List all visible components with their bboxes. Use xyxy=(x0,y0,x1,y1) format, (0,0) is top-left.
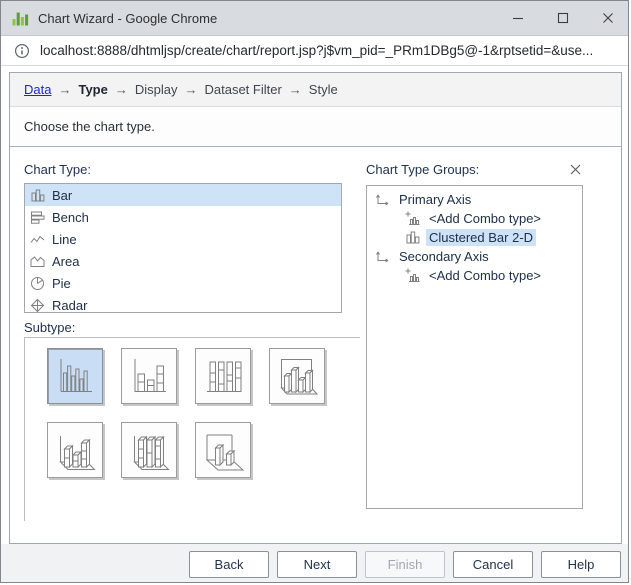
footer-button-bar: Back Next Finish Cancel Help xyxy=(1,544,628,582)
list-item-bar[interactable]: Bar xyxy=(25,184,341,206)
percent-stacked-bar-2d-icon xyxy=(207,361,242,392)
tree-item-label: <Add Combo type> xyxy=(429,268,542,283)
next-button[interactable]: Next xyxy=(277,550,357,578)
subtype-percent-stacked-bar-3d[interactable] xyxy=(121,422,177,478)
subtype-label: Subtype: xyxy=(24,320,76,335)
subtype-bar-3d[interactable] xyxy=(195,422,251,478)
axis-icon xyxy=(376,251,389,263)
list-item-bench[interactable]: Bench xyxy=(25,206,341,228)
chart-wizard-window: Chart Wizard - Google Chrome localhost:8… xyxy=(0,0,629,583)
wizard-main: Chart Type: Bar Bench Line Area Pie Rada… xyxy=(10,147,621,543)
chart-type-groups-label: Chart Type Groups: xyxy=(366,162,480,177)
page-info-icon[interactable] xyxy=(14,43,30,59)
list-item-label: Bar xyxy=(52,187,73,203)
pie-chart-icon xyxy=(31,276,44,290)
list-item-radar[interactable]: Radar xyxy=(25,294,341,313)
bar-3d-icon xyxy=(205,434,245,471)
line-chart-icon xyxy=(30,235,45,243)
breadcrumb: Data → Type → Display → Dataset Filter → Style xyxy=(10,73,621,107)
subtype-stacked-bar-2d[interactable] xyxy=(121,348,177,404)
tree-item-label: Secondary Axis xyxy=(399,249,489,264)
subtype-percent-stacked-bar-2d[interactable] xyxy=(195,348,251,404)
tree-item-primary-axis[interactable]: Primary Axis xyxy=(367,190,582,209)
tree-item-secondary-axis[interactable]: Secondary Axis xyxy=(367,247,582,266)
help-button[interactable]: Help xyxy=(541,550,621,578)
subtype-clustered-bar-2d[interactable] xyxy=(47,348,103,404)
breadcrumb-step-display: Display xyxy=(134,82,178,97)
bench-chart-icon xyxy=(31,211,45,224)
title-bar: Chart Wizard - Google Chrome xyxy=(1,1,628,35)
tree-item-label: <Add Combo type> xyxy=(429,211,542,226)
list-item-line[interactable]: Line xyxy=(25,228,341,250)
breadcrumb-separator: → xyxy=(184,82,198,97)
green-bar-chart-favicon xyxy=(12,12,29,26)
tree-item-add-combo-primary[interactable]: <Add Combo type> xyxy=(367,209,582,228)
subtype-stacked-bar-3d[interactable] xyxy=(47,422,103,478)
close-icon[interactable] xyxy=(566,160,584,178)
maximize-icon[interactable] xyxy=(540,1,585,35)
list-item-area[interactable]: Area xyxy=(25,250,341,272)
tree-item-add-combo-secondary[interactable]: <Add Combo type> xyxy=(367,266,582,285)
breadcrumb-step-data[interactable]: Data xyxy=(24,82,51,97)
tree-item-clustered-bar-2d[interactable]: Clustered Bar 2-D xyxy=(367,228,582,247)
clustered-bar-2d-icon xyxy=(60,359,92,392)
window-title: Chart Wizard - Google Chrome xyxy=(38,10,218,26)
tree-item-label: Clustered Bar 2-D xyxy=(426,229,537,246)
list-item-label: Bench xyxy=(52,209,89,225)
wizard-instruction: Choose the chart type. xyxy=(10,107,621,147)
close-icon[interactable] xyxy=(585,1,628,35)
subtype-clustered-bar-3d[interactable] xyxy=(269,348,325,404)
chart-type-label: Chart Type: xyxy=(24,162,91,177)
subtype-group xyxy=(24,337,360,521)
clustered-bar-icon xyxy=(406,231,420,244)
axis-icon xyxy=(376,194,389,206)
bar-chart-icon xyxy=(31,189,45,201)
wizard-panel: Data → Type → Display → Dataset Filter → Style C… xyxy=(9,72,622,544)
cancel-button[interactable]: Cancel xyxy=(453,550,533,578)
chart-type-list: Bar Bench Line Area Pie Radar xyxy=(24,183,342,313)
add-combo-icon xyxy=(405,268,420,282)
tree-item-label: Primary Axis xyxy=(399,192,472,207)
list-item-label: Line xyxy=(52,231,77,247)
list-item-pie[interactable]: Pie xyxy=(25,272,341,294)
stacked-bar-3d-icon xyxy=(59,436,96,470)
breadcrumb-separator: → xyxy=(114,82,128,97)
clustered-bar-3d-icon xyxy=(280,359,319,395)
chart-type-groups-tree: Primary Axis <Add Combo type> Clustered … xyxy=(366,185,583,509)
url-text: localhost:8888/dhtmljsp/create/chart/rep… xyxy=(40,43,594,58)
breadcrumb-step-type: Type xyxy=(78,82,108,97)
list-item-label: Radar xyxy=(52,297,88,313)
minimize-icon[interactable] xyxy=(495,1,540,35)
list-item-label: Area xyxy=(52,253,80,269)
breadcrumb-separator: → xyxy=(58,82,72,97)
percent-stacked-bar-3d-icon xyxy=(133,435,170,470)
list-item-label: Pie xyxy=(52,275,71,291)
breadcrumb-step-dataset-filter: Dataset Filter xyxy=(204,82,282,97)
finish-button[interactable]: Finish xyxy=(365,550,445,578)
breadcrumb-separator: → xyxy=(288,82,302,97)
address-bar: localhost:8888/dhtmljsp/create/chart/rep… xyxy=(1,35,628,66)
stacked-bar-2d-icon xyxy=(134,359,166,392)
breadcrumb-step-style: Style xyxy=(308,82,338,97)
add-combo-icon xyxy=(405,211,420,225)
radar-chart-icon xyxy=(30,298,45,312)
area-chart-icon xyxy=(30,255,45,267)
back-button[interactable]: Back xyxy=(189,550,269,578)
